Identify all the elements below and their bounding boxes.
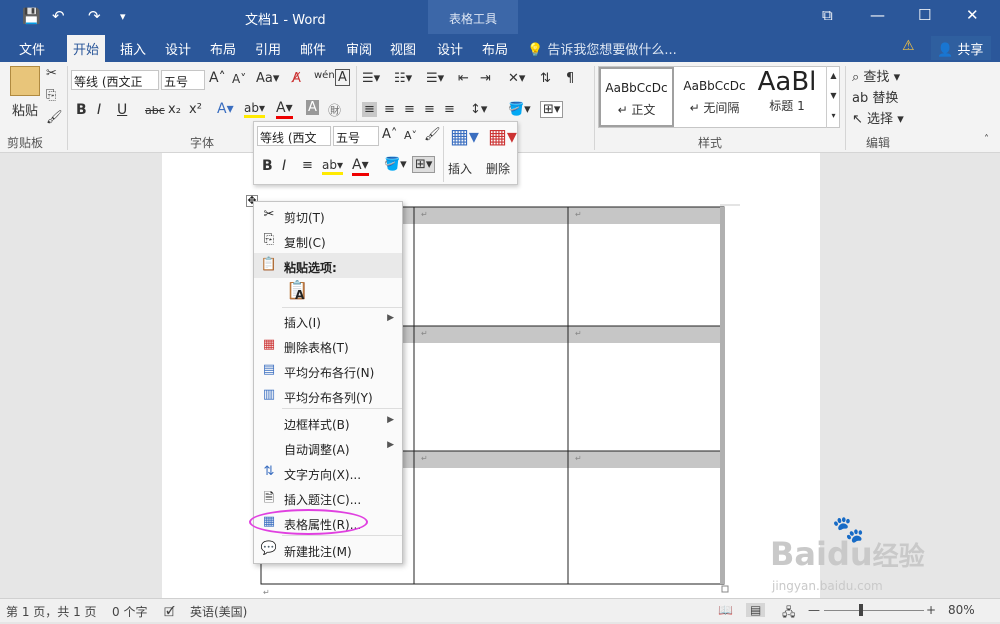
mini-font-color-icon[interactable]: A▾ — [352, 157, 369, 176]
print-layout-icon[interactable]: ▤ — [746, 603, 766, 617]
menu-separator — [282, 535, 402, 536]
word-count[interactable]: 0 个字 — [112, 603, 147, 620]
mini-italic-button[interactable]: I — [282, 158, 286, 174]
menu-item-cut[interactable]: ✂ 剪切(T) — [254, 203, 402, 228]
submenu-arrow-icon: ▶ — [387, 440, 394, 450]
highlight-ellipse — [249, 509, 368, 535]
zoom-out-button[interactable]: — — [808, 603, 820, 617]
cell-end-mark: ↵ — [421, 210, 428, 219]
paste-text-letter: A — [295, 288, 305, 302]
cell-end-mark: ↵ — [421, 454, 428, 463]
menu-separator — [282, 408, 402, 409]
mini-highlight-icon[interactable]: ab▾ — [322, 158, 343, 175]
menu-item-label: 插入(I) — [284, 316, 321, 330]
mini-shading-icon[interactable]: 🪣▾ — [384, 157, 407, 172]
mini-borders-icon[interactable]: ⊞▾ — [412, 156, 436, 173]
mini-delete-button[interactable]: 删除 — [486, 160, 510, 177]
menu-item-distribute-columns[interactable]: ▥ 平均分布各列(Y) — [254, 383, 402, 408]
zoom-level[interactable]: 80% — [948, 603, 975, 617]
cell-end-mark: ↵ — [575, 329, 582, 338]
menu-item-delete-table[interactable]: ▦ 删除表格(T) — [254, 333, 402, 358]
watermark-brand: Baidu经验 — [770, 535, 925, 573]
grow-font-icon[interactable]: A˄ — [382, 127, 397, 142]
menu-item-label: 自动调整(A) — [284, 443, 350, 457]
menu-item-label: 插入题注(C)... — [284, 493, 362, 507]
page-count[interactable]: 第 1 页，共 1 页 — [6, 603, 97, 620]
submenu-arrow-icon: ▶ — [387, 313, 394, 323]
divider — [443, 126, 444, 182]
menu-item-label: 平均分布各行(N) — [284, 366, 375, 380]
menu-item-label: 剪切(T) — [284, 211, 325, 225]
mini-bold-button[interactable]: B — [262, 158, 273, 174]
distribute-rows-icon: ▤ — [262, 362, 276, 377]
zoom-slider-thumb[interactable] — [859, 604, 863, 616]
caption-icon: 🗎 — [263, 491, 275, 506]
cell-end-mark: ↵ — [421, 329, 428, 338]
mini-font-combo[interactable]: 等线 (西文 — [257, 126, 331, 146]
mini-toolbar: 等线 (西文 五号 A˄ A˅ 🖌 B I ≡ ab▾ A▾ 🪣▾ ⊞▾ ▦▾ … — [253, 121, 518, 185]
format-painter-icon[interactable]: 🖌 — [424, 127, 441, 142]
menu-item-copy[interactable]: ⎘ 复制(C) — [254, 228, 402, 253]
paste-keep-text-only[interactable]: 📋 A — [254, 278, 402, 306]
paragraph-mark: ↵ — [263, 588, 270, 597]
menu-item-label: 删除表格(T) — [284, 341, 349, 355]
menu-item-label: 边框样式(B) — [284, 418, 350, 432]
scissors-icon: ✂ — [263, 207, 275, 222]
mini-align-center-icon[interactable]: ≡ — [302, 158, 313, 173]
delete-table-icon[interactable]: ▦▾ — [488, 124, 517, 148]
menu-item-label: 文字方向(X)... — [284, 468, 362, 482]
menu-item-insert[interactable]: 插入(I) ▶ — [254, 308, 402, 333]
web-layout-icon[interactable]: 🖧 — [782, 603, 795, 624]
mini-size-combo[interactable]: 五号 — [333, 126, 379, 146]
shrink-font-icon[interactable]: A˅ — [404, 129, 417, 142]
submenu-arrow-icon: ▶ — [387, 415, 394, 425]
menu-item-label: 粘贴选项: — [284, 261, 337, 275]
watermark-url: jingyan.baidu.com — [772, 579, 883, 593]
proofing-icon[interactable]: 🗹 — [164, 603, 175, 624]
menu-item-border-styles[interactable]: 边框样式(B) ▶ — [254, 410, 402, 435]
menu-item-text-direction[interactable]: ⇅ 文字方向(X)... — [254, 460, 402, 485]
read-mode-icon[interactable]: 📖 — [718, 603, 733, 617]
status-bar: 第 1 页，共 1 页 0 个字 🗹 英语(美国) 📖 ▤ 🖧 — + 80% — [0, 598, 1000, 622]
text-direction-icon: ⇅ — [263, 464, 275, 479]
menu-item-label: 新建批注(M) — [284, 545, 352, 559]
paste-icon: 📋 — [260, 257, 278, 272]
distribute-columns-icon: ▥ — [262, 387, 276, 402]
menu-item-new-comment[interactable]: 💬 新建批注(M) — [254, 537, 402, 562]
mini-insert-button[interactable]: 插入 — [448, 160, 472, 177]
comment-icon: 💬 — [260, 541, 278, 556]
copy-icon: ⎘ — [263, 232, 275, 247]
delete-table-icon: ▦ — [262, 337, 276, 352]
menu-item-label: 平均分布各列(Y) — [284, 391, 373, 405]
menu-item-insert-caption[interactable]: 🗎 插入题注(C)... — [254, 485, 402, 510]
zoom-slider[interactable] — [824, 610, 924, 611]
zoom-in-button[interactable]: + — [926, 603, 936, 617]
insert-table-rows-icon[interactable]: ▦▾ — [450, 124, 479, 148]
cell-end-mark: ↵ — [575, 210, 582, 219]
cell-end-mark: ↵ — [575, 454, 582, 463]
menu-item-label: 复制(C) — [284, 236, 326, 250]
menu-item-autofit[interactable]: 自动调整(A) ▶ — [254, 435, 402, 460]
menu-paste-options-header: 📋 粘贴选项: — [254, 253, 402, 278]
menu-item-distribute-rows[interactable]: ▤ 平均分布各行(N) — [254, 358, 402, 383]
language-indicator[interactable]: 英语(美国) — [190, 603, 247, 620]
